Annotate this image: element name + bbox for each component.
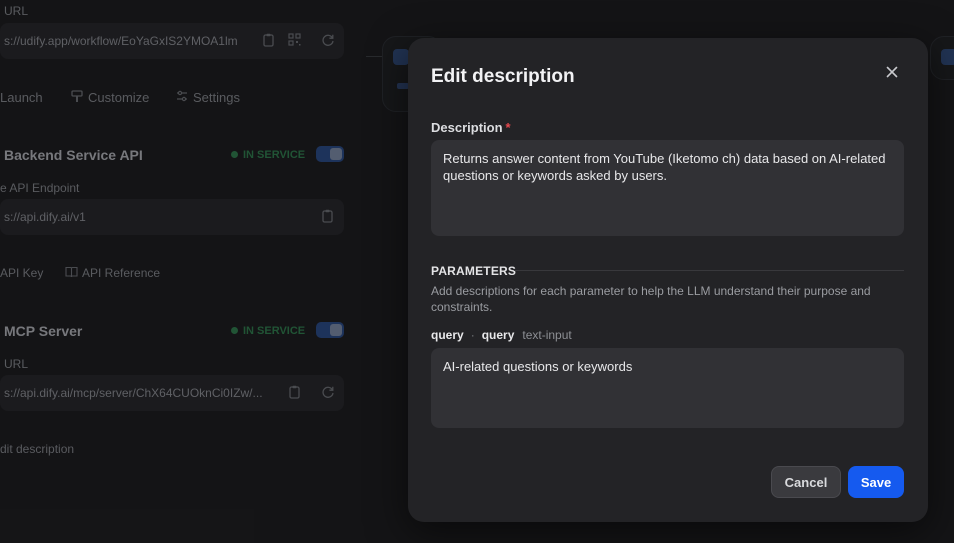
- save-button[interactable]: Save: [848, 466, 904, 498]
- parameter-variable: query: [481, 328, 515, 342]
- parameters-help-text: Add descriptions for each parameter to h…: [431, 284, 871, 314]
- parameters-divider: [514, 270, 904, 271]
- parameters-heading: PARAMETERS: [431, 264, 517, 278]
- edit-description-modal: Edit description Description * Returns an…: [408, 38, 928, 522]
- modal-title: Edit description: [431, 66, 575, 87]
- cancel-button[interactable]: Cancel: [771, 466, 841, 498]
- required-mark: *: [505, 120, 511, 135]
- close-icon: [886, 65, 898, 83]
- parameter-row: query · query text-input: [431, 328, 572, 342]
- description-label: Description *: [431, 120, 511, 135]
- description-textarea[interactable]: Returns answer content from YouTube (Ike…: [431, 140, 904, 236]
- parameter-name: query: [431, 328, 464, 342]
- parameter-separator: ·: [470, 328, 475, 342]
- parameter-type: text-input: [522, 328, 572, 342]
- parameter-description-textarea[interactable]: AI-related questions or keywords: [431, 348, 904, 428]
- close-button[interactable]: [882, 64, 902, 84]
